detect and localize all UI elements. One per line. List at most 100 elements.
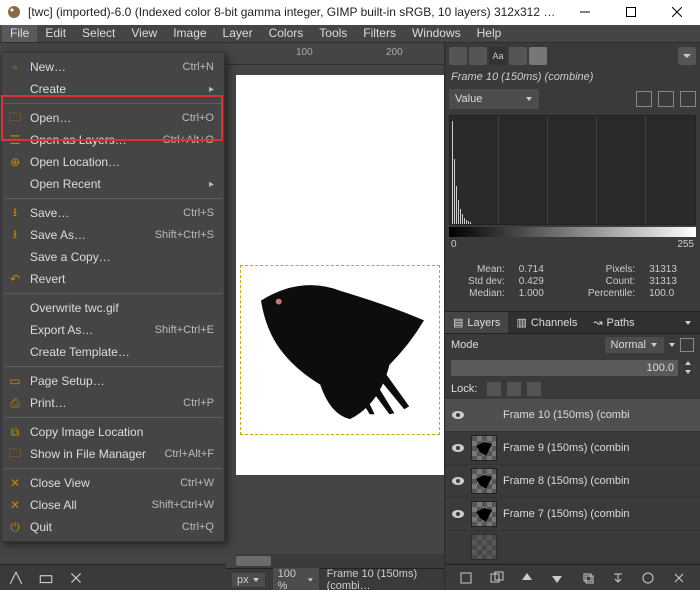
horizontal-scrollbar[interactable] (236, 554, 444, 568)
lock-row: Lock: (445, 379, 700, 399)
duplicate-layer-icon[interactable] (581, 571, 595, 585)
new-layer-icon[interactable] (459, 571, 473, 585)
menu-item-open-as-layers[interactable]: ☰Open as Layers…Ctrl+Alt+O (2, 129, 224, 151)
layer-row[interactable]: Frame 9 (150ms) (combin (445, 432, 700, 465)
tab-brushes-icon[interactable] (449, 47, 467, 65)
tab-patterns-icon[interactable] (469, 47, 487, 65)
layer-thumbnail (471, 534, 497, 560)
menu-filters[interactable]: Filters (355, 25, 404, 42)
menu-select[interactable]: Select (74, 25, 123, 42)
mask-icon[interactable] (641, 571, 655, 585)
tab-history-icon[interactable] (509, 47, 527, 65)
canvas-viewport[interactable] (226, 65, 444, 554)
lower-layer-icon[interactable] (550, 571, 564, 585)
eye-icon[interactable] (451, 540, 465, 554)
opacity-row: Opacity 100.0 (445, 356, 700, 379)
menu-item-open[interactable]: 🗀Open…Ctrl+O (2, 107, 224, 129)
tab-config-icon[interactable] (678, 47, 696, 65)
menu-item-print[interactable]: ⎙Print…Ctrl+P (2, 392, 224, 414)
menu-item-open-location[interactable]: ⊕Open Location… (2, 151, 224, 173)
menu-layer[interactable]: Layer (215, 25, 261, 42)
menu-item-close-all[interactable]: ✕Close AllShift+Ctrl+W (2, 494, 224, 516)
tab-paths[interactable]: ↝Paths (585, 312, 642, 333)
print-icon: ⎙ (8, 396, 22, 411)
layer-row[interactable]: Frame 7 (150ms) (combin (445, 498, 700, 531)
lock-position-icon[interactable] (507, 382, 521, 396)
histogram-frame-label: Frame 10 (150ms) (combine) (449, 69, 696, 89)
zoom-select[interactable]: 100 % (273, 567, 319, 590)
fm-icon: 🗀 (8, 444, 22, 465)
submenu-arrow-icon: ▸ (209, 84, 214, 95)
menu-item-save-as[interactable]: ⭳Save As…Shift+Ctrl+S (2, 224, 224, 246)
merge-down-icon[interactable] (611, 571, 625, 585)
menu-edit[interactable]: Edit (37, 25, 74, 42)
menu-item-quit[interactable]: ⏻QuitCtrl+Q (2, 516, 224, 538)
menu-file[interactable]: File (2, 25, 37, 42)
menu-item-show-in-file-manager[interactable]: 🗀Show in File ManagerCtrl+Alt+F (2, 443, 224, 465)
raise-layer-icon[interactable] (520, 571, 534, 585)
canvas-area: 100 200 px 100 % Frame 10 (150ms) (combi… (226, 43, 444, 590)
opacity-stepper[interactable] (684, 359, 694, 376)
status-frame: Frame 10 (150ms) (combi… (327, 568, 444, 590)
app-icon (6, 4, 22, 20)
histogram-range-strip[interactable] (449, 227, 696, 237)
tab-layer-config[interactable] (676, 312, 700, 333)
menu-item-revert[interactable]: ↶Revert (2, 268, 224, 290)
menu-item-copy-image-location[interactable]: ⧉Copy Image Location (2, 421, 224, 443)
menu-item-export-as[interactable]: Export As…Shift+Ctrl+E (2, 319, 224, 341)
opacity-slider[interactable]: Opacity 100.0 (451, 360, 678, 376)
menu-item-new[interactable]: ▫New…Ctrl+N (2, 56, 224, 78)
delete-layer-icon[interactable] (672, 571, 686, 585)
eye-icon[interactable] (451, 408, 465, 422)
menu-item-overwrite-twc-gif[interactable]: Overwrite twc.gif (2, 297, 224, 319)
menu-tools[interactable]: Tools (311, 25, 355, 42)
tab-histogram-icon[interactable] (529, 47, 547, 65)
layer-row[interactable]: Frame 8 (150ms) (combin (445, 465, 700, 498)
tool-icon[interactable] (8, 570, 24, 586)
menu-colors[interactable]: Colors (261, 25, 312, 42)
layer-group-icon[interactable] (490, 571, 504, 585)
histogram-graph[interactable] (449, 115, 696, 225)
menu-item-create-template[interactable]: Create Template… (2, 341, 224, 363)
lock-alpha-icon[interactable] (527, 382, 541, 396)
maximize-button[interactable] (608, 0, 654, 25)
lock-pixels-icon[interactable] (487, 382, 501, 396)
histogram-channel-select[interactable]: Value (449, 89, 539, 109)
blend-mode-select[interactable]: Normal (605, 337, 664, 353)
layer-row[interactable]: Frame 10 (150ms) (combi (445, 399, 700, 432)
tab-fonts-icon[interactable]: Aa (489, 47, 507, 65)
menu-item-open-recent[interactable]: Open Recent▸ (2, 173, 224, 195)
menu-view[interactable]: View (123, 25, 165, 42)
tab-channels[interactable]: ▥Channels (508, 312, 585, 333)
hist-linear-icon[interactable] (636, 91, 652, 107)
tool-delete-icon[interactable] (68, 570, 84, 586)
mode-switch-icon[interactable] (668, 341, 676, 349)
menu-help[interactable]: Help (469, 25, 510, 42)
mode-reset-icon[interactable] (680, 338, 694, 352)
layer-thumbnail (471, 435, 497, 461)
eye-icon[interactable] (451, 474, 465, 488)
layer-row[interactable] (445, 531, 700, 564)
unit-select[interactable]: px (232, 573, 265, 587)
menu-windows[interactable]: Windows (404, 25, 469, 42)
hist-log-icon[interactable] (658, 91, 674, 107)
top-tabstrip: Aa (449, 47, 696, 65)
menu-item-page-setup[interactable]: ▭Page Setup… (2, 370, 224, 392)
titlebar: [twc] (imported)-6.0 (Indexed color 8-bi… (0, 0, 700, 25)
close-button[interactable] (654, 0, 700, 25)
menu-item-close-view[interactable]: ✕Close ViewCtrl+W (2, 472, 224, 494)
layers-icon: ☰ (8, 133, 22, 147)
hist-perceptual-icon[interactable] (680, 91, 696, 107)
menu-image[interactable]: Image (165, 25, 214, 42)
tool-icon[interactable] (38, 570, 54, 586)
eye-icon[interactable] (451, 441, 465, 455)
eye-icon[interactable] (451, 507, 465, 521)
menu-item-create[interactable]: Create▸ (2, 78, 224, 100)
blend-mode-row: Mode Normal (445, 334, 700, 356)
menu-item-save[interactable]: ⭳Save…Ctrl+S (2, 202, 224, 224)
menu-item-save-a-copy[interactable]: Save a Copy… (2, 246, 224, 268)
tab-layers[interactable]: ▤Layers (445, 312, 508, 333)
minimize-button[interactable] (562, 0, 608, 25)
histogram-panel: Aa Frame 10 (150ms) (combine) Value (445, 43, 700, 311)
close-icon: ✕ (8, 476, 22, 490)
